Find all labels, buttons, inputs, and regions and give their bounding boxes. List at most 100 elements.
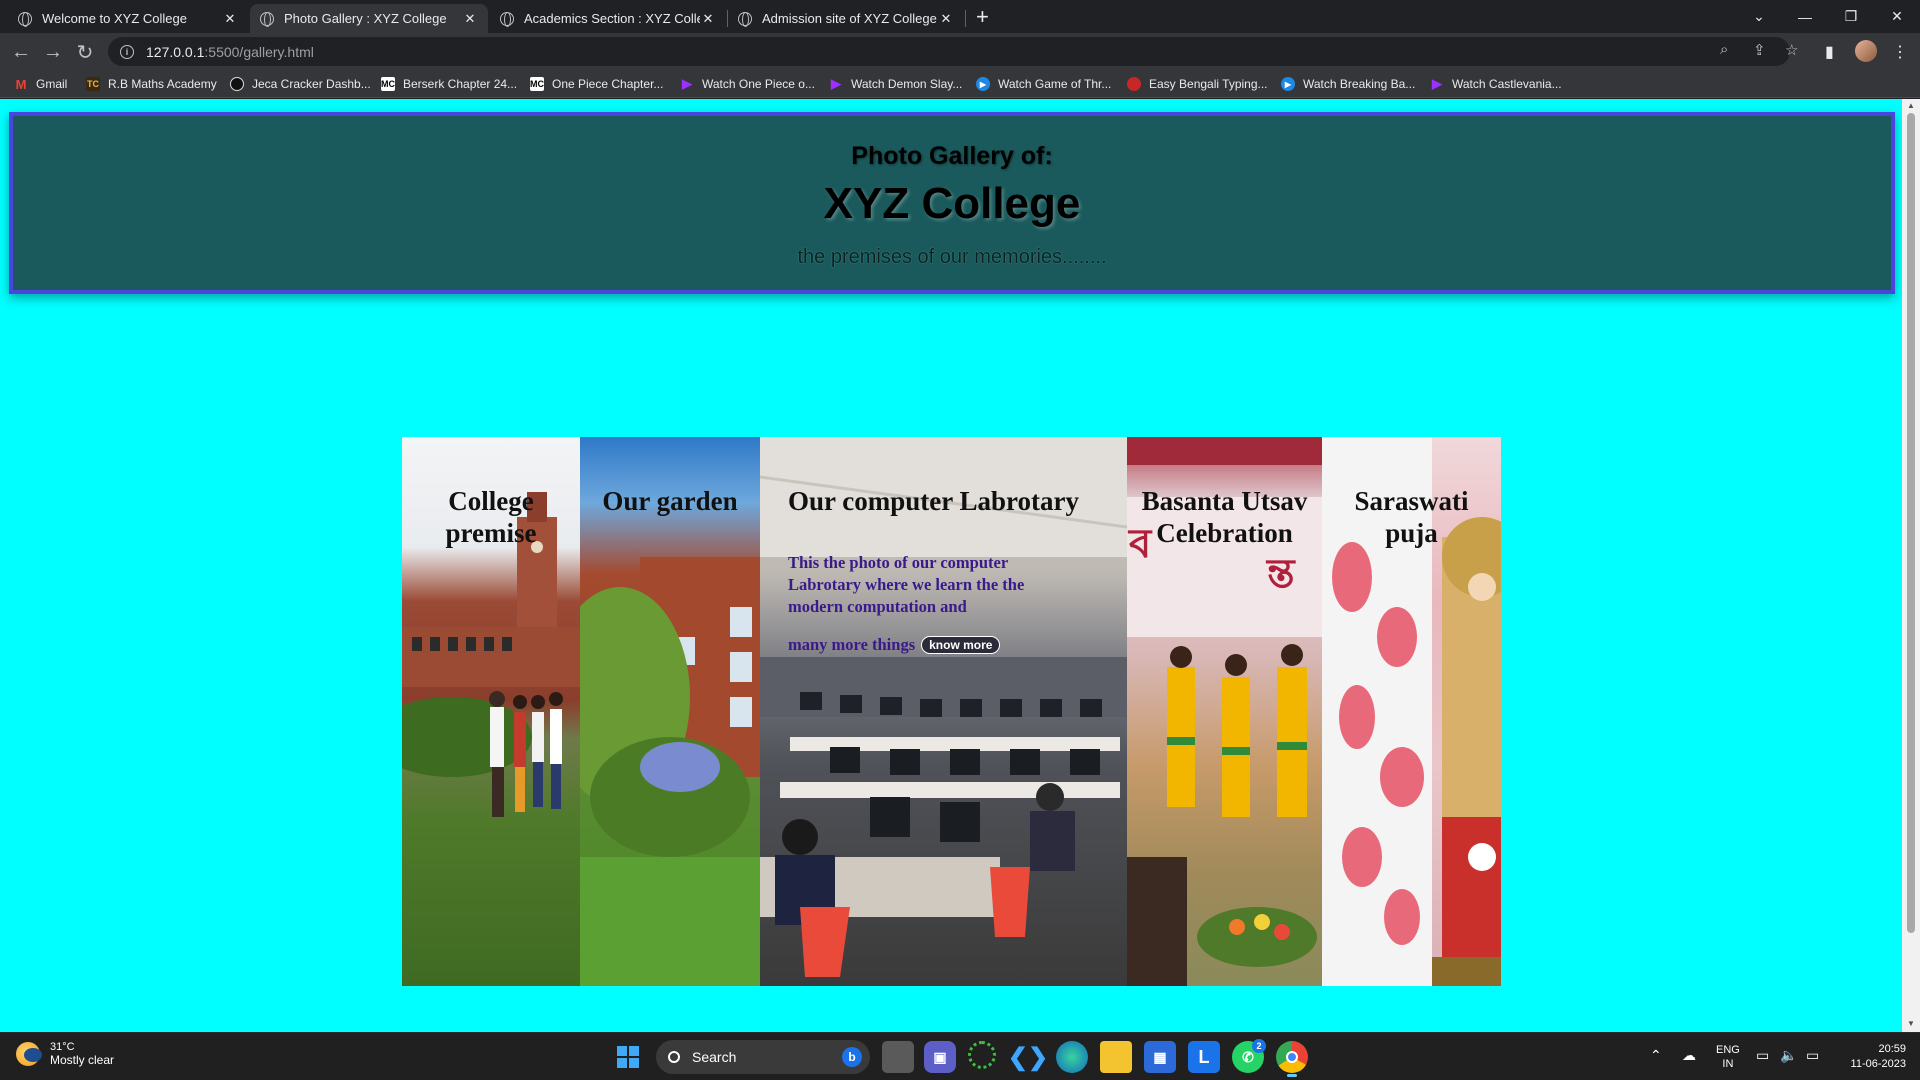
zoom-icon[interactable]: ⌕ — [1720, 41, 1728, 58]
vscode-icon[interactable]: ❮❯ — [1008, 1041, 1048, 1073]
ms-store-icon[interactable]: ▦ — [1144, 1041, 1176, 1073]
back-arrow-icon[interactable]: ← — [8, 39, 34, 65]
new-tab-button[interactable]: + — [976, 4, 989, 30]
mc-icon: MC — [381, 77, 395, 91]
clock[interactable]: 20:59 11-06-2023 — [1836, 1042, 1906, 1072]
chrome-icon[interactable] — [1276, 1041, 1308, 1077]
search-icon — [668, 1051, 680, 1063]
bookmark-star-icon[interactable]: ☆ — [1785, 41, 1798, 59]
language-indicator[interactable]: ENG IN — [1716, 1043, 1740, 1071]
tab-title: Admission site of XYZ College — [762, 11, 937, 26]
tab-title: Photo Gallery : XYZ College — [284, 11, 447, 26]
taskbar-search[interactable]: Search b — [656, 1040, 870, 1074]
bookmark-castlevania[interactable]: ▶ Watch Castlevania... — [1430, 75, 1562, 93]
bookmark-label: Watch Demon Slay... — [851, 77, 963, 91]
svg-text:ন্ত: ন্ত — [1265, 551, 1296, 596]
play-icon: ▶ — [831, 76, 841, 91]
notification-badge: 2 — [1252, 1039, 1266, 1053]
tab-divider — [965, 10, 966, 27]
minimize-button[interactable]: — — [1782, 0, 1828, 33]
page-tagline: the premises of our memories........ — [797, 246, 1107, 268]
site-info-icon[interactable]: i — [120, 44, 134, 59]
close-window-button[interactable]: ✕ — [1874, 0, 1920, 33]
close-tab-icon[interactable]: ✕ — [938, 11, 954, 27]
bookmark-label: Watch Game of Thr... — [998, 77, 1112, 91]
play-icon: ▶ — [1432, 76, 1442, 91]
tab-search-chevron-icon[interactable]: ⌄ — [1736, 0, 1782, 33]
bookmark-berserk[interactable]: MC Berserk Chapter 24... — [381, 75, 517, 93]
scroll-thumb[interactable] — [1907, 113, 1915, 933]
gmail-icon: M — [15, 76, 27, 92]
tab-welcome[interactable]: Welcome to XYZ College ✕ — [8, 4, 248, 33]
teams-chat-icon[interactable]: ▣ — [924, 1041, 956, 1073]
bookmark-rb-maths[interactable]: TC R.B Maths Academy — [86, 75, 217, 93]
volume-icon[interactable]: 🔈 — [1780, 1047, 1797, 1064]
weather-widget[interactable]: 31°C Mostly clear — [16, 1041, 114, 1067]
forward-arrow-icon[interactable]: → — [40, 39, 66, 65]
mc-icon: MC — [530, 77, 544, 91]
globe-icon — [260, 11, 274, 27]
tab-gallery[interactable]: Photo Gallery : XYZ College ✕ — [250, 4, 488, 33]
page-scrollbar[interactable]: ▲ ▼ — [1902, 99, 1920, 1032]
file-explorer-icon[interactable] — [1100, 1041, 1132, 1073]
bookmark-jeca[interactable]: Jeca Cracker Dashb... — [230, 75, 371, 93]
scroll-up-arrow-icon[interactable]: ▲ — [1907, 101, 1915, 110]
address-bar[interactable]: i 127.0.0.1:5500/gallery.html — [108, 37, 1790, 66]
panel-description-end: many more things know more — [788, 635, 1001, 655]
bookmark-label: Gmail — [36, 77, 68, 91]
close-tab-icon[interactable]: ✕ — [462, 11, 478, 27]
bookmark-breaking-bad[interactable]: ▶ Watch Breaking Ba... — [1281, 75, 1415, 93]
garden-photo — [580, 557, 760, 986]
restore-button[interactable]: ❐ — [1828, 0, 1874, 33]
close-tab-icon[interactable]: ✕ — [700, 11, 716, 27]
page-subtitle: Photo Gallery of: — [851, 142, 1053, 170]
gallery-panel-basanta-utsav[interactable]: ব ন্ত Basanta Utsav Celebration — [1127, 437, 1322, 986]
battery-icon[interactable]: ▭ — [1806, 1047, 1819, 1064]
panel-description-last-line: many more things — [788, 635, 916, 654]
scroll-down-arrow-icon[interactable]: ▼ — [1907, 1019, 1915, 1028]
side-panel-icon[interactable]: ▮ — [1825, 42, 1834, 62]
bookmark-label: R.B Maths Academy — [108, 77, 217, 91]
taskbar-search-label: Search — [692, 1049, 737, 1065]
start-button-windows-icon[interactable] — [617, 1046, 639, 1068]
clock-date: 11-06-2023 — [1850, 1058, 1906, 1070]
globe-icon — [18, 11, 32, 27]
profile-avatar[interactable] — [1855, 40, 1877, 62]
page-title: XYZ College — [823, 179, 1081, 228]
clock-time: 20:59 — [1878, 1043, 1906, 1055]
tab-admission[interactable]: Admission site of XYZ College ✕ — [728, 4, 964, 33]
share-icon[interactable]: ⇪ — [1753, 41, 1766, 59]
bookmark-gmail[interactable]: M Gmail — [14, 75, 68, 93]
panel-caption: Saraswati puja — [1354, 486, 1469, 548]
whatsapp-icon[interactable]: ✆ 2 — [1232, 1039, 1266, 1073]
network-icon[interactable]: ▭ — [1756, 1047, 1769, 1064]
bookmark-label: Watch Castlevania... — [1452, 77, 1562, 91]
bookmark-one-piece-chapter[interactable]: MC One Piece Chapter... — [530, 75, 663, 93]
l-app-icon[interactable]: L — [1188, 1041, 1220, 1073]
bookmark-one-piece[interactable]: ▶ Watch One Piece o... — [680, 75, 815, 93]
close-tab-icon[interactable]: ✕ — [222, 11, 238, 27]
gallery-panel-saraswati-puja[interactable]: Saraswati puja — [1322, 437, 1501, 986]
gallery-panel-computer-lab[interactable]: Our computer Labrotary This the photo of… — [760, 437, 1127, 986]
show-hidden-icons-chevron-icon[interactable]: ⌃ — [1650, 1047, 1662, 1064]
gallery-panel-college-premise[interactable]: College premise — [402, 437, 580, 986]
bookmark-bengali-typing[interactable]: Easy Bengali Typing... — [1127, 75, 1268, 93]
gallery-panel-our-garden[interactable]: Our garden — [580, 437, 760, 986]
language-bottom: IN — [1722, 1058, 1734, 1070]
bing-icon[interactable]: b — [842, 1047, 862, 1067]
reload-icon[interactable]: ↻ — [72, 39, 98, 65]
globe-icon — [738, 11, 752, 27]
onedrive-cloud-icon[interactable]: ☁ — [1682, 1047, 1696, 1064]
computer-lab-photo — [760, 437, 1127, 977]
loading-app-icon[interactable] — [968, 1041, 996, 1069]
panel-caption: Our computer Labrotary — [788, 486, 1079, 516]
bookmark-game-of-thrones[interactable]: ▶ Watch Game of Thr... — [976, 75, 1111, 93]
menu-dots-icon[interactable]: ⋮ — [1892, 42, 1908, 62]
task-view-icon[interactable] — [882, 1041, 914, 1073]
tab-academics[interactable]: Academics Section : XYZ College ✕ — [490, 4, 726, 33]
edge-icon[interactable] — [1056, 1041, 1088, 1073]
bookmark-label: One Piece Chapter... — [552, 77, 664, 91]
rb-icon: TC — [86, 77, 100, 91]
know-more-button[interactable]: know more — [921, 636, 1001, 654]
bookmark-demon-slayer[interactable]: ▶ Watch Demon Slay... — [829, 75, 962, 93]
